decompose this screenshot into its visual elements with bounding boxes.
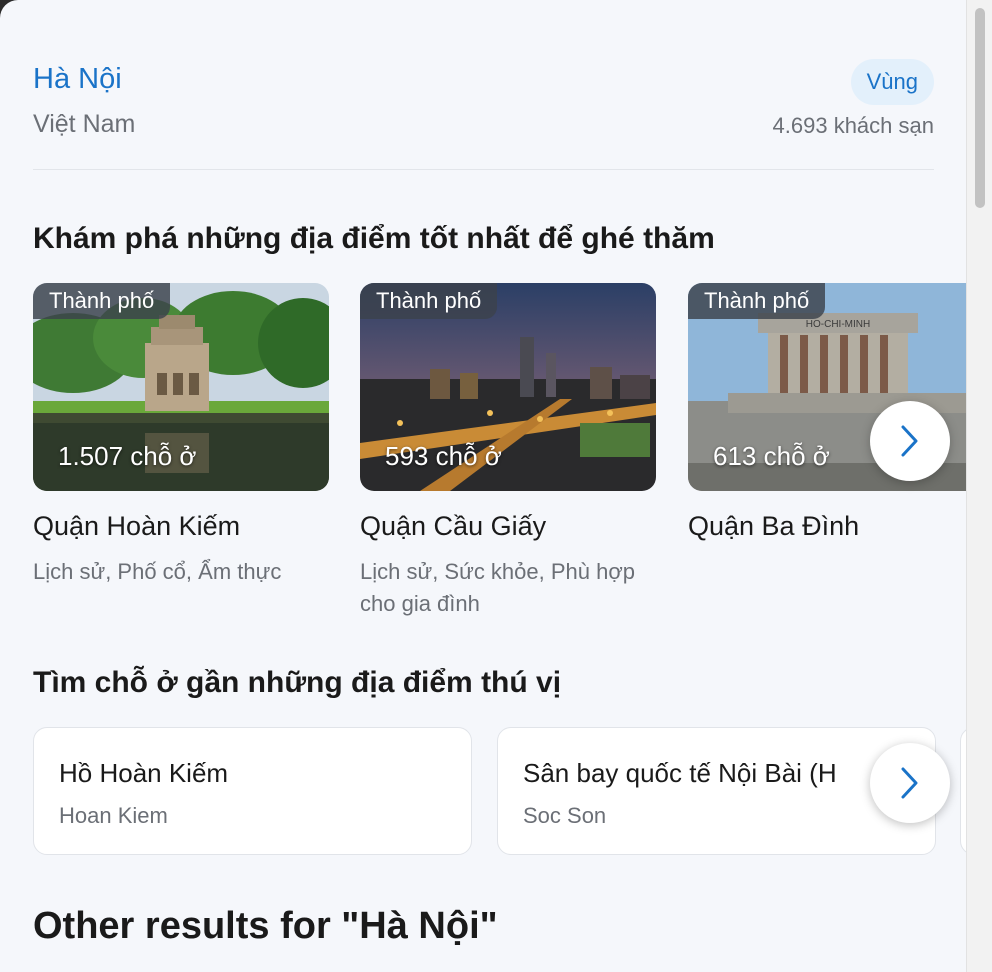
region-title[interactable]: Hà Nội — [33, 63, 122, 96]
poi-area: Hoan Kiem — [59, 803, 168, 828]
card-name[interactable]: Quận Ba Đình — [688, 511, 984, 542]
card-description: Lịch sử, Sức khỏe, Phù hợp cho gia đình — [360, 559, 636, 616]
region-type-badge: Vùng — [850, 59, 934, 105]
other-results-title: Other results for "Hà Nội" — [33, 905, 498, 947]
card-name[interactable]: Quận Cầu Giấy — [360, 511, 656, 542]
card-name[interactable]: Quận Hoàn Kiếm — [33, 511, 329, 542]
divider — [33, 169, 934, 170]
scrollbar-thumb[interactable] — [975, 8, 985, 208]
region-hotel-count: 4.693 khách sạn — [772, 113, 934, 138]
nearby-section-title: Tìm chỗ ở gần những địa điểm thú vị — [33, 666, 562, 699]
destination-card[interactable]: Thành phố 1.507 chỗ ở Quận Hoàn Kiếm Lịc… — [33, 283, 329, 588]
card-property-count: 1.507 chỗ ở — [58, 441, 197, 471]
chevron-right-icon — [901, 425, 918, 457]
card-type-tag: Thành phố — [360, 283, 498, 319]
destination-card[interactable]: Thành phố 593 chỗ ở Quận Cầu Giấy Lịch s… — [360, 283, 656, 620]
card-type-tag: Thành phố — [33, 283, 171, 319]
poi-card[interactable]: Hồ Hoàn Kiếm Hoan Kiem — [33, 727, 472, 855]
explore-section-title: Khám phá những địa điểm tốt nhất để ghé … — [33, 222, 715, 255]
explore-next-button[interactable] — [870, 401, 950, 481]
poi-area: Soc Son — [523, 803, 607, 828]
poi-name: Sân bay quốc tế Nội Bài (H — [523, 758, 837, 788]
chevron-right-icon — [901, 767, 918, 799]
card-property-count: 613 chỗ ở — [713, 441, 830, 471]
nearby-next-button[interactable] — [870, 743, 950, 823]
monument-sign-text: HO-CHI-MINH — [806, 319, 870, 330]
search-results-panel: Hà Nội Việt Nam Vùng 4.693 khách sạn Khá… — [0, 0, 992, 972]
scrollbar[interactable] — [966, 0, 992, 972]
destination-photo: Thành phố 1.507 chỗ ở — [33, 283, 329, 491]
card-property-count: 593 chỗ ở — [385, 441, 502, 471]
region-country: Việt Nam — [33, 110, 136, 138]
poi-name: Hồ Hoàn Kiếm — [59, 758, 229, 788]
card-type-tag: Thành phố — [688, 283, 826, 319]
card-description: Lịch sử, Phố cổ, Ẩm thực — [33, 559, 282, 584]
destination-photo: Thành phố 593 chỗ ở — [360, 283, 656, 491]
